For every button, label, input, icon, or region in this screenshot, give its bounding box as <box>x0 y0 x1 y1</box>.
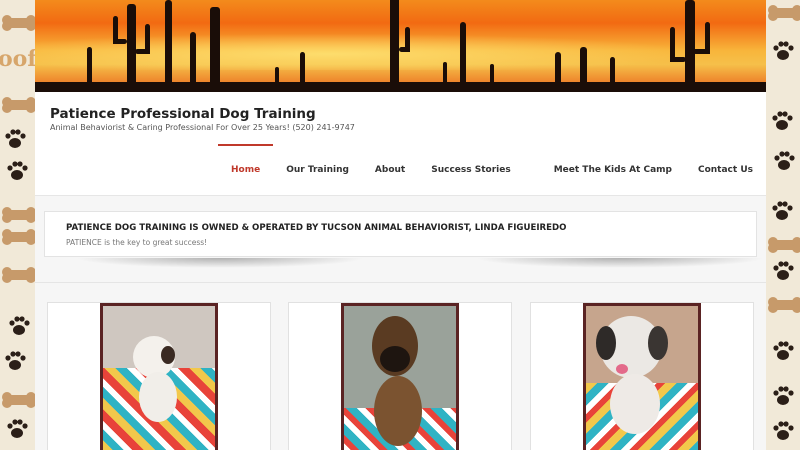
main-nav: Home Our Training About Success Stories … <box>218 144 766 196</box>
bone-icon <box>2 392 36 405</box>
cactus-arm <box>145 24 150 54</box>
dog-ear <box>648 326 668 360</box>
cactus-silhouette <box>390 0 399 92</box>
paw-icon <box>773 386 794 405</box>
paw-icon <box>7 161 28 180</box>
paw-icon <box>7 419 28 438</box>
dog-card[interactable] <box>288 302 512 450</box>
paw-icon <box>5 129 26 148</box>
paw-icon <box>773 341 794 360</box>
cactus-silhouette <box>127 4 136 92</box>
paw-icon <box>773 261 794 280</box>
cactus-silhouette <box>165 0 172 92</box>
bone-icon <box>768 5 800 18</box>
intro-title: PATIENCE DOG TRAINING IS OWNED & OPERATE… <box>66 223 567 233</box>
bone-icon <box>2 207 36 220</box>
bone-icon <box>2 97 36 110</box>
panel-shadow <box>475 258 765 268</box>
paw-icon <box>774 151 795 170</box>
bone-icon <box>2 229 36 242</box>
paw-icon <box>5 351 26 370</box>
nav-item-about[interactable]: About <box>362 144 418 196</box>
dog-photo-white-puppy[interactable] <box>100 303 218 450</box>
intro-subtitle: PATIENCE is the key to great success! <box>66 238 208 247</box>
desert-ground <box>35 82 766 92</box>
panel-shadow <box>75 258 365 268</box>
intro-panel: PATIENCE DOG TRAINING IS OWNED & OPERATE… <box>44 211 757 257</box>
paw-icon <box>773 41 794 60</box>
paw-icon <box>772 201 793 220</box>
dog-photo-shih-tzu[interactable] <box>583 303 701 450</box>
dog-card[interactable] <box>47 302 271 450</box>
section-divider <box>35 282 766 283</box>
dog-body <box>139 372 177 422</box>
site-tagline: Animal Behaviorist & Caring Professional… <box>50 123 355 132</box>
background-pattern-right <box>766 0 800 450</box>
site-header: Patience Professional Dog Training Anima… <box>35 92 766 196</box>
paw-icon <box>9 316 30 335</box>
cactus-arm <box>113 16 118 44</box>
nav-item-our-training[interactable]: Our Training <box>273 144 362 196</box>
page-container: Patience Professional Dog Training Anima… <box>35 0 766 450</box>
dog-ear-patch <box>161 346 175 364</box>
dog-body <box>610 374 660 434</box>
dog-tongue <box>616 364 628 374</box>
header-banner-image <box>35 0 766 92</box>
dog-photo-malinois[interactable] <box>341 303 459 450</box>
bone-icon <box>2 15 36 28</box>
nav-item-contact-us[interactable]: Contact Us <box>685 144 766 196</box>
bone-icon <box>768 237 800 250</box>
background-pattern-left: oof <box>0 0 36 450</box>
dog-muzzle <box>380 346 410 372</box>
woof-text: oof <box>0 46 36 72</box>
paw-icon <box>772 111 793 130</box>
cactus-silhouette <box>210 7 220 92</box>
paw-icon <box>773 421 794 440</box>
cactus-arm <box>670 27 675 62</box>
cactus-arm <box>405 27 410 52</box>
bone-icon <box>2 267 36 280</box>
nav-item-meet-the-kids[interactable]: Meet The Kids At Camp <box>541 144 685 196</box>
nav-item-success-stories[interactable]: Success Stories <box>418 144 540 196</box>
cactus-arm <box>705 22 710 54</box>
dog-body <box>374 376 422 446</box>
dog-ear <box>596 326 616 360</box>
dog-card[interactable] <box>530 302 754 450</box>
site-title[interactable]: Patience Professional Dog Training <box>50 106 316 122</box>
cactus-silhouette <box>685 0 695 92</box>
nav-item-home[interactable]: Home <box>218 144 274 196</box>
bone-icon <box>768 297 800 310</box>
